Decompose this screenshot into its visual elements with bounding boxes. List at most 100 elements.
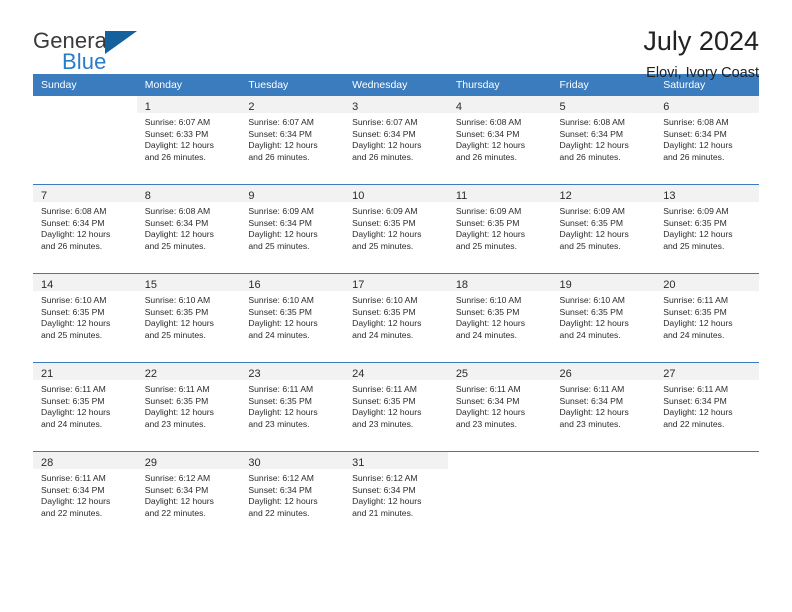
calendar-day-cell[interactable]: 27 Sunrise: 6:11 AM Sunset: 6:34 PM Dayligh… xyxy=(655,362,759,452)
daylight-text-line2: and 23 minutes. xyxy=(248,418,310,429)
sunset-text: Sunset: 6:35 PM xyxy=(144,395,209,406)
day-cell-content: 1 Sunrise: 6:07 AM Sunset: 6:33 PM Daylight… xyxy=(136,96,241,184)
day-details: Sunrise: 6:08 AM Sunset: 6:34 PM Daylight:… xyxy=(655,113,759,163)
sunrise-text: Sunrise: 6:11 AM xyxy=(663,295,729,305)
calendar-day-cell[interactable]: 16 Sunrise: 6:10 AM Sunset: 6:35 PM Dayligh… xyxy=(240,273,345,363)
calendar-day-cell[interactable]: 15 Sunrise: 6:10 AM Sunset: 6:35 PM Dayligh… xyxy=(136,273,241,363)
day-number-band: 6 xyxy=(655,96,759,113)
sunset-text: Sunset: 6:34 PM xyxy=(144,217,209,228)
calendar-day-cell[interactable]: 24 Sunrise: 6:11 AM Sunset: 6:35 PM Dayligh… xyxy=(344,362,448,452)
day-cell-content: 19 Sunrise: 6:10 AM Sunset: 6:35 PM Dayligh… xyxy=(551,274,656,362)
calendar-day-cell[interactable]: 6 Sunrise: 6:08 AM Sunset: 6:34 PM Daylight… xyxy=(655,96,759,185)
day-number: 7 xyxy=(41,190,48,202)
daylight-text-line1: Daylight: 12 hours xyxy=(559,407,629,418)
calendar-day-cell[interactable]: 30 Sunrise: 6:12 AM Sunset: 6:34 PM Dayligh… xyxy=(240,451,345,540)
sunrise-text: Sunrise: 6:10 AM xyxy=(144,295,211,305)
brand-logo[interactable]: General Blue xyxy=(33,27,163,75)
day-cell-content: 4 Sunrise: 6:08 AM Sunset: 6:34 PM Daylight… xyxy=(447,96,552,184)
day-cell-content: 15 Sunrise: 6:10 AM Sunset: 6:35 PM Dayligh… xyxy=(136,274,241,362)
day-number-band: 14 xyxy=(33,274,137,291)
calendar-day-cell[interactable]: 23 Sunrise: 6:11 AM Sunset: 6:35 PM Dayligh… xyxy=(240,362,345,452)
day-details: Sunrise: 6:10 AM Sunset: 6:35 PM Daylight:… xyxy=(344,291,448,341)
day-number: 16 xyxy=(248,279,261,291)
calendar-day-cell[interactable]: 22 Sunrise: 6:11 AM Sunset: 6:35 PM Dayligh… xyxy=(136,362,241,452)
calendar-week-row: 28 Sunrise: 6:11 AM Sunset: 6:34 PM Dayligh… xyxy=(33,451,759,540)
day-number-band: 17 xyxy=(344,274,448,291)
day-number-band: 16 xyxy=(240,274,345,291)
day-details xyxy=(552,469,656,473)
daylight-text-line2: and 25 minutes. xyxy=(144,240,206,251)
calendar-day-cell[interactable]: 28 Sunrise: 6:11 AM Sunset: 6:34 PM Dayligh… xyxy=(33,451,137,540)
sunset-text: Sunset: 6:35 PM xyxy=(663,306,727,317)
calendar-day-cell[interactable]: 31 Sunrise: 6:12 AM Sunset: 6:34 PM Dayligh… xyxy=(344,451,448,540)
calendar-day-cell[interactable]: 8 Sunrise: 6:08 AM Sunset: 6:34 PM Daylight… xyxy=(136,184,241,274)
calendar-day-cell[interactable]: 9 Sunrise: 6:09 AM Sunset: 6:34 PM Daylight… xyxy=(240,184,345,274)
calendar-week-row: 21 Sunrise: 6:11 AM Sunset: 6:35 PM Dayligh… xyxy=(33,362,759,452)
day-cell-content: 18 Sunrise: 6:10 AM Sunset: 6:35 PM Dayligh… xyxy=(447,274,552,362)
day-details: Sunrise: 6:08 AM Sunset: 6:34 PM Daylight:… xyxy=(33,202,137,252)
calendar-day-cell[interactable]: 12 Sunrise: 6:09 AM Sunset: 6:35 PM Dayligh… xyxy=(551,184,656,274)
day-number-band: 12 xyxy=(551,185,656,202)
sunrise-text: Sunrise: 6:11 AM xyxy=(144,384,210,394)
calendar-day-cell[interactable]: 13 Sunrise: 6:09 AM Sunset: 6:35 PM Dayligh… xyxy=(655,184,759,274)
day-number-band: 24 xyxy=(344,363,448,380)
day-number-band: 31 xyxy=(344,452,448,469)
daylight-text-line1: Daylight: 12 hours xyxy=(663,407,733,418)
day-number: 10 xyxy=(352,190,365,202)
day-details: Sunrise: 6:10 AM Sunset: 6:35 PM Daylight:… xyxy=(137,291,241,341)
calendar-day-cell[interactable]: 17 Sunrise: 6:10 AM Sunset: 6:35 PM Dayligh… xyxy=(344,273,448,363)
daylight-text-line1: Daylight: 12 hours xyxy=(248,140,318,151)
day-details: Sunrise: 6:08 AM Sunset: 6:34 PM Daylight:… xyxy=(448,113,552,163)
weekday-header-wednesday: Wednesday xyxy=(344,74,448,96)
calendar-day-cell[interactable]: 29 Sunrise: 6:12 AM Sunset: 6:34 PM Dayligh… xyxy=(136,451,241,540)
day-cell-content: 29 Sunrise: 6:12 AM Sunset: 6:34 PM Dayligh… xyxy=(136,452,241,540)
daylight-text-line2: and 25 minutes. xyxy=(352,240,414,251)
sunset-text: Sunset: 6:35 PM xyxy=(663,217,727,228)
daylight-text-line2: and 24 minutes. xyxy=(455,329,517,340)
daylight-text-line2: and 22 minutes. xyxy=(663,418,725,429)
sunrise-text: Sunrise: 6:11 AM xyxy=(248,384,314,394)
calendar-day-cell[interactable]: 4 Sunrise: 6:08 AM Sunset: 6:34 PM Daylight… xyxy=(447,96,552,185)
calendar-day-cell[interactable]: 7 Sunrise: 6:08 AM Sunset: 6:34 PM Daylight… xyxy=(33,184,137,274)
weekday-header-friday: Friday xyxy=(551,74,656,96)
sunrise-text: Sunrise: 6:10 AM xyxy=(41,295,107,305)
calendar-day-cell[interactable]: 20 Sunrise: 6:11 AM Sunset: 6:35 PM Dayligh… xyxy=(655,273,759,363)
calendar-day-cell[interactable]: 1 Sunrise: 6:07 AM Sunset: 6:33 PM Daylight… xyxy=(136,96,241,185)
sunset-text: Sunset: 6:34 PM xyxy=(352,484,416,495)
day-number-band xyxy=(448,452,552,469)
daylight-text-line1: Daylight: 12 hours xyxy=(41,229,111,240)
calendar-day-cell xyxy=(447,451,552,540)
calendar-day-cell[interactable]: 3 Sunrise: 6:07 AM Sunset: 6:34 PM Daylight… xyxy=(344,96,448,185)
sunrise-text: Sunrise: 6:12 AM xyxy=(352,473,418,483)
day-cell-content: 16 Sunrise: 6:10 AM Sunset: 6:35 PM Dayligh… xyxy=(240,274,345,362)
day-number: 21 xyxy=(41,368,54,380)
daylight-text-line2: and 26 minutes. xyxy=(41,240,103,251)
calendar-day-cell[interactable]: 11 Sunrise: 6:09 AM Sunset: 6:35 PM Dayligh… xyxy=(447,184,552,274)
daylight-text-line1: Daylight: 12 hours xyxy=(455,407,526,418)
sunrise-text: Sunrise: 6:08 AM xyxy=(455,117,522,127)
calendar-week-row: 14 Sunrise: 6:10 AM Sunset: 6:35 PM Dayligh… xyxy=(33,273,759,363)
day-details: Sunrise: 6:07 AM Sunset: 6:33 PM Daylight:… xyxy=(137,113,241,163)
calendar-day-cell[interactable]: 18 Sunrise: 6:10 AM Sunset: 6:35 PM Dayligh… xyxy=(447,273,552,363)
calendar-day-cell[interactable]: 10 Sunrise: 6:09 AM Sunset: 6:35 PM Dayligh… xyxy=(344,184,448,274)
calendar-day-cell[interactable]: 25 Sunrise: 6:11 AM Sunset: 6:34 PM Dayligh… xyxy=(447,362,552,452)
day-cell-content: 3 Sunrise: 6:07 AM Sunset: 6:34 PM Daylight… xyxy=(344,96,448,184)
calendar-day-cell[interactable]: 26 Sunrise: 6:11 AM Sunset: 6:34 PM Dayligh… xyxy=(551,362,656,452)
day-number-band: 8 xyxy=(136,185,241,202)
calendar-day-cell[interactable]: 14 Sunrise: 6:10 AM Sunset: 6:35 PM Dayligh… xyxy=(33,273,137,363)
calendar-day-cell[interactable]: 21 Sunrise: 6:11 AM Sunset: 6:35 PM Dayligh… xyxy=(33,362,137,452)
day-cell-content xyxy=(33,96,137,184)
day-details: Sunrise: 6:09 AM Sunset: 6:35 PM Daylight:… xyxy=(655,202,759,252)
day-cell-content: 13 Sunrise: 6:09 AM Sunset: 6:35 PM Dayligh… xyxy=(655,185,759,273)
calendar-day-cell[interactable]: 2 Sunrise: 6:07 AM Sunset: 6:34 PM Daylight… xyxy=(240,96,345,185)
day-cell-content: 14 Sunrise: 6:10 AM Sunset: 6:35 PM Dayligh… xyxy=(33,274,137,362)
calendar-page: General Blue July 2024 Elovi, Ivory Coas… xyxy=(0,0,792,612)
day-details xyxy=(33,113,137,117)
calendar-day-cell[interactable]: 5 Sunrise: 6:08 AM Sunset: 6:34 PM Daylight… xyxy=(551,96,656,185)
daylight-text-line1: Daylight: 12 hours xyxy=(352,140,422,151)
calendar-body: 1 Sunrise: 6:07 AM Sunset: 6:33 PM Daylight… xyxy=(33,96,759,540)
calendar-day-cell[interactable]: 19 Sunrise: 6:10 AM Sunset: 6:35 PM Dayligh… xyxy=(551,273,656,363)
weekday-header-sunday: Sunday xyxy=(33,74,137,96)
sunset-text: Sunset: 6:34 PM xyxy=(248,217,312,228)
daylight-text-line2: and 25 minutes. xyxy=(455,240,517,251)
